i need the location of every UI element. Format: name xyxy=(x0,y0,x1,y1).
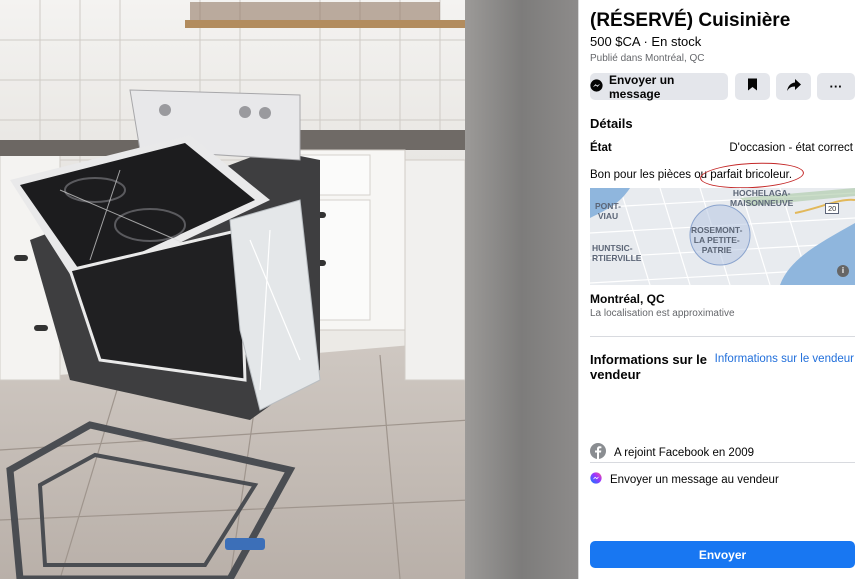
listing-photo[interactable] xyxy=(0,0,578,579)
divider xyxy=(590,336,855,337)
details-heading: Détails xyxy=(590,116,633,131)
messenger-icon xyxy=(590,78,603,95)
share-button[interactable] xyxy=(776,73,811,100)
messenger-color-icon xyxy=(590,472,602,487)
map-label-ahuntsic: HUNTSIC- RTIERVILLE xyxy=(592,243,642,263)
location-note: La localisation est approximative xyxy=(590,308,735,319)
location-name: Montréal, QC xyxy=(590,292,665,306)
condition-label: État xyxy=(590,142,612,154)
map-label-rosemont: ROSEMONT- LA PETITE- PATRIE xyxy=(691,225,743,255)
listing-location-posted: Publié dans Montréal, QC xyxy=(590,53,705,64)
listing-details-panel: (RÉSERVÉ) Cuisinière 500 $CA · En stock … xyxy=(578,0,866,579)
divider xyxy=(590,462,855,463)
highway-shield: 20 xyxy=(825,203,840,214)
send-message-label: Envoyer un message xyxy=(609,72,675,101)
map-label-pont-viau: PONT- VIAU xyxy=(595,201,621,221)
broken-stove-image xyxy=(0,0,578,579)
description-text: Bon pour les pièces ou xyxy=(590,169,711,181)
message-seller-label: Envoyer un message au vendeur xyxy=(610,473,779,486)
red-annotation-circle xyxy=(699,160,805,191)
facebook-icon xyxy=(590,443,606,462)
send-message-button[interactable]: Envoyer un message xyxy=(590,72,728,101)
more-options-button[interactable]: ··· xyxy=(817,73,855,100)
seller-info-heading: Informations sur le vendeur xyxy=(590,352,708,382)
share-icon xyxy=(786,78,801,96)
send-button[interactable]: Envoyer xyxy=(590,541,855,568)
listing-title: (RÉSERVÉ) Cuisinière xyxy=(590,10,791,31)
joined-text: A rejoint Facebook en 2009 xyxy=(614,446,755,459)
map-label-hochelaga: HOCHELAGA- MAISONNEUVE xyxy=(730,188,794,208)
joined-facebook-row: A rejoint Facebook en 2009 xyxy=(590,443,754,462)
bookmark-icon xyxy=(747,78,758,96)
save-button[interactable] xyxy=(735,73,770,100)
listing-price: 500 $CA · En stock xyxy=(590,34,702,49)
seller-info-link[interactable]: Informations sur le vendeur xyxy=(715,353,854,365)
map-info-icon[interactable]: i xyxy=(837,265,849,277)
condition-value: D'occasion - état correct xyxy=(729,142,853,154)
location-map[interactable]: PONT- VIAU HOCHELAGA- MAISONNEUVE ROSEMONT… xyxy=(590,188,855,285)
message-seller-link[interactable]: Envoyer un message au vendeur xyxy=(590,472,779,487)
